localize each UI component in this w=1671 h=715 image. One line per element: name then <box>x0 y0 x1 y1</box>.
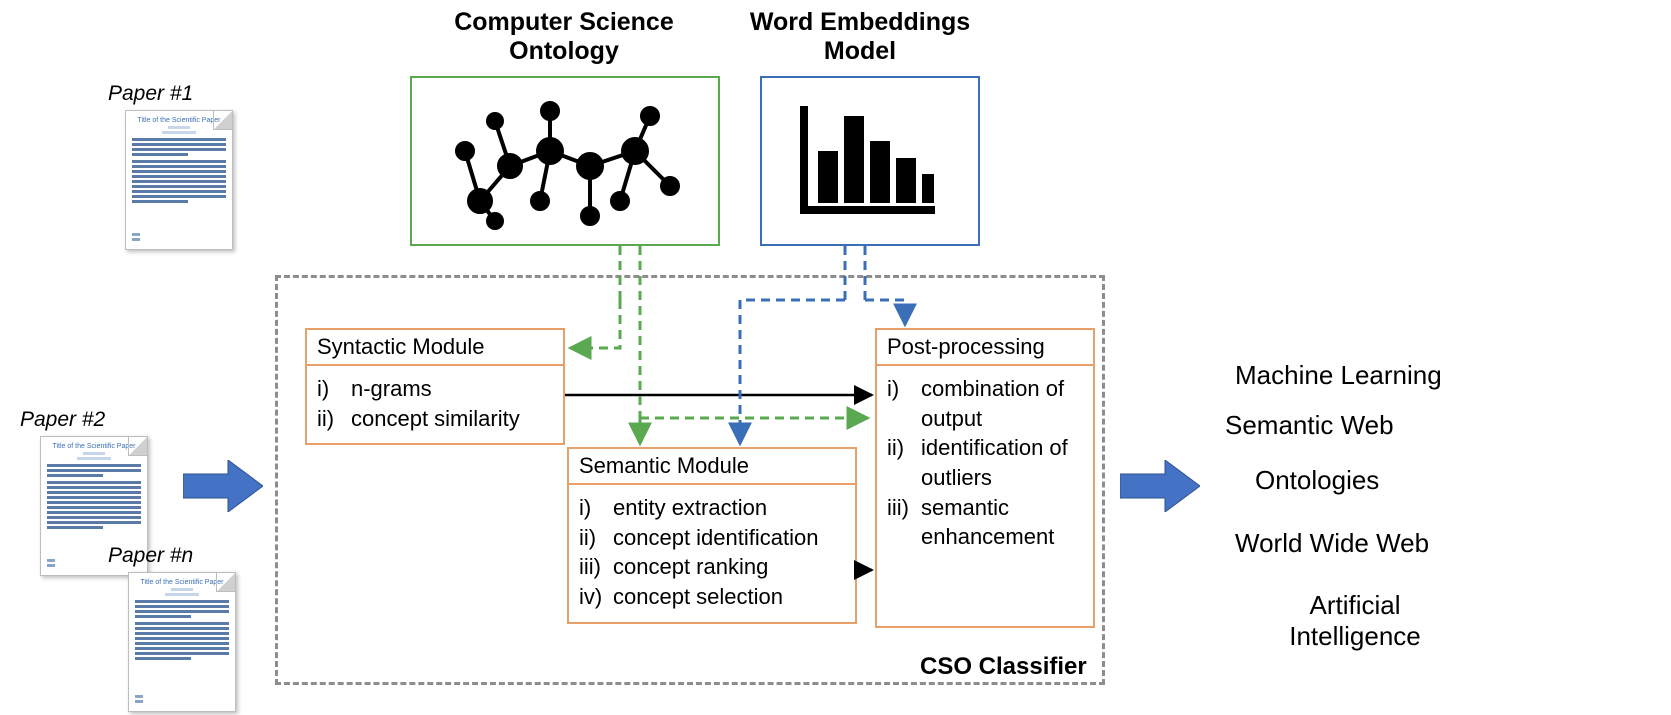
syntactic-title: Syntactic Module <box>307 330 563 366</box>
semantic-title: Semantic Module <box>569 449 855 485</box>
classifier-label: CSO Classifier <box>920 653 1087 681</box>
bar-chart-icon <box>790 96 950 226</box>
input-arrow <box>183 460 263 512</box>
output-topic: World Wide Web <box>1235 528 1429 559</box>
paper-label-2: Paper #2 <box>20 408 105 432</box>
paper-label-1: Paper #1 <box>108 82 193 106</box>
post-title: Post-processing <box>877 330 1093 366</box>
paper-label-n: Paper #n <box>108 544 193 568</box>
output-topic: Machine Learning <box>1235 360 1442 391</box>
ontology-graph-icon <box>440 91 690 231</box>
output-topic: Ontologies <box>1255 465 1379 496</box>
we-box <box>760 76 980 246</box>
semantic-steps: i)entity extraction ii)concept identific… <box>579 493 845 612</box>
semantic-module: Semantic Module i)entity extraction ii)c… <box>567 447 857 624</box>
post-processing-module: Post-processing i)combination of output … <box>875 328 1095 628</box>
we-label: Word EmbeddingsModel <box>730 8 990 66</box>
cso-label: Computer ScienceOntology <box>434 8 694 66</box>
output-arrow <box>1120 460 1200 512</box>
cso-box <box>410 76 720 246</box>
post-steps: i)combination of output ii)identificatio… <box>887 374 1083 552</box>
paper-n-icon: Title of the Scientific Paper <box>128 572 236 712</box>
syntactic-module: Syntactic Module i)n-grams ii)concept si… <box>305 328 565 445</box>
output-topic: Semantic Web <box>1225 410 1394 441</box>
output-topic: Artificial Intelligence <box>1265 590 1445 652</box>
syntactic-steps: i)n-grams ii)concept similarity <box>317 374 553 433</box>
paper-1-icon: Title of the Scientific Paper <box>125 110 233 250</box>
